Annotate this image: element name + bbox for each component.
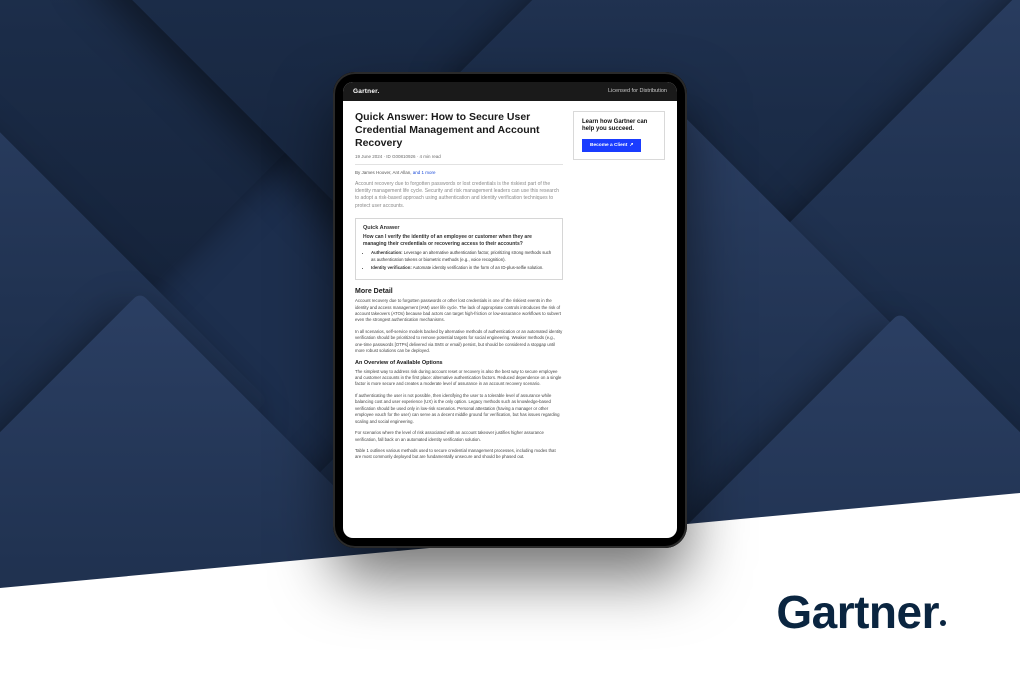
external-link-icon: ↗	[629, 143, 633, 148]
doc-side-column: Learn how Gartner can help you succeed. …	[573, 111, 665, 526]
qa-question: How can I verify the identity of an empl…	[363, 234, 555, 248]
paragraph: In all scenarios, self-service models ba…	[355, 329, 563, 355]
qa-bullet: Authentication: Leverage an alternative …	[371, 250, 555, 262]
section-heading-more-detail: More Detail	[355, 288, 563, 295]
byline-authors: By James Hoover, Ant Allan,	[355, 170, 413, 175]
gartner-logo: Gartner	[776, 585, 946, 639]
cta-heading: Learn how Gartner can help you succeed.	[582, 119, 656, 135]
paragraph: Account recovery due to forgotten passwo…	[355, 298, 563, 324]
cta-button-label: Become a Client	[590, 143, 627, 148]
doc-byline: By James Hoover, Ant Allan, and 1 more	[355, 170, 563, 175]
doc-intro: Account recovery due to forgotten passwo…	[355, 181, 563, 210]
byline-more-link[interactable]: and 1 more	[413, 170, 436, 175]
logo-dot-icon	[940, 620, 946, 626]
divider	[355, 164, 563, 165]
doc-title: Quick Answer: How to Secure User Credent…	[355, 111, 563, 150]
become-client-button[interactable]: Become a Client↗	[582, 139, 641, 152]
qa-bullets: Authentication: Leverage an alternative …	[363, 250, 555, 271]
paragraph: Table 1 outlines various methods used to…	[355, 448, 563, 461]
qa-bullet: Identity verification: Automate identity…	[371, 265, 555, 271]
doc-license-label: Licensed for Distribution	[608, 88, 667, 94]
section-heading-overview: An Overview of Available Options	[355, 360, 563, 366]
tablet-frame: Gartner. Licensed for Distribution Quick…	[333, 72, 687, 548]
paragraph: If authenticating the user is not possib…	[355, 393, 563, 425]
doc-brand: Gartner.	[353, 88, 380, 95]
qa-heading: Quick Answer	[363, 225, 555, 231]
doc-meta: 19 June 2024 · ID G00810926 · 4 min read	[355, 154, 563, 159]
doc-main-column: Quick Answer: How to Secure User Credent…	[355, 111, 563, 526]
paragraph: The simplest way to address risk during …	[355, 369, 563, 388]
logo-text: Gartner	[776, 586, 939, 638]
tablet-screen: Gartner. Licensed for Distribution Quick…	[343, 82, 677, 538]
cta-box: Learn how Gartner can help you succeed. …	[573, 111, 665, 161]
doc-body: Quick Answer: How to Secure User Credent…	[343, 101, 677, 538]
doc-header: Gartner. Licensed for Distribution	[343, 82, 677, 101]
paragraph: For scenarios where the level of risk as…	[355, 430, 563, 443]
quick-answer-box: Quick Answer How can I verify the identi…	[355, 218, 563, 280]
